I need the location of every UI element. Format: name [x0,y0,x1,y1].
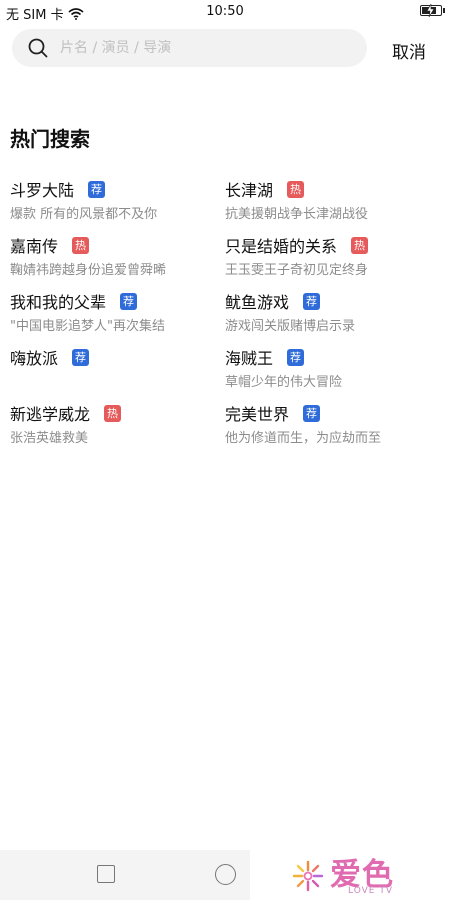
hot-search-item-head: 新逃学威龙热 [10,402,220,424]
hot-search-item-subtitle: "中国电影追梦人"再次集结 [10,319,165,334]
recommend-badge: 荐 [120,292,138,310]
battery-icon [420,4,445,17]
hot-search-item[interactable]: 嗨放派荐 [10,346,220,368]
hot-search-item-head: 嘉南传热 [10,234,220,256]
hot-search-item[interactable]: 我和我的父辈荐 "中国电影追梦人"再次集结 [10,290,220,334]
hot-search-item-subtitle: 草帽少年的伟大冒险 [225,375,343,390]
section-title-hot-search: 热门搜索 [10,127,90,151]
hot-search-item[interactable]: 嘉南传热鞠婧祎跨越身份追爱曾舜晞 [10,234,220,278]
hot-search-item[interactable]: 海贼王荐草帽少年的伟大冒险 [225,346,435,390]
charging-bolt-icon [426,4,435,17]
hot-search-item[interactable]: 新逃学威龙热张浩英雄救美 [10,402,220,446]
hot-badge: 热 [104,404,122,422]
search-bar[interactable] [12,29,367,67]
hot-badge: 热 [351,236,369,254]
hot-search-item-title: 长津湖 [225,181,274,200]
hot-badge: 热 [287,180,305,198]
hot-search-item-subtitle: 王玉雯王子奇初见定终身 [225,263,369,278]
recent-apps-square-icon[interactable] [97,865,115,883]
hot-search-item[interactable]: 斗罗大陆荐爆款 所有的风景都不及你 [10,178,220,222]
hot-search-item-subtitle: 鞠婧祎跨越身份追爱曾舜晞 [10,263,167,278]
hot-search-item-title: 嗨放派 [10,349,59,368]
cancel-button[interactable]: 取消 [392,38,426,63]
hot-search-item[interactable]: 只是结婚的关系热王玉雯王子奇初见定终身 [225,234,435,278]
hot-search-item-head: 鱿鱼游戏荐 [225,290,435,312]
hot-search-item-title: 完美世界 [225,405,290,424]
hot-search-item-title: 鱿鱼游戏 [225,293,290,312]
hot-search-item-title: 斗罗大陆 [10,181,75,200]
status-bar: 无 SIM 卡 10:50 [0,0,450,24]
hot-search-item-title: 嘉南传 [10,237,59,256]
hot-search-item[interactable]: 完美世界荐他为修道而生，为应劫而至 [225,402,435,446]
hot-search-item-title: 新逃学威龙 [10,405,91,424]
hot-search-item-head: 完美世界荐 [225,402,435,424]
recommend-badge: 荐 [72,348,90,366]
hot-search-item[interactable]: 鱿鱼游戏荐游戏闯关版赌博启示录 [225,290,435,334]
watermark-subtext: LOVE TV [348,886,393,896]
recommend-badge: 荐 [303,404,321,422]
hot-search-item-subtitle: 张浩英雄救美 [10,431,89,446]
hot-search-item-head: 嗨放派荐 [10,346,220,368]
hot-search-item-title: 海贼王 [225,349,274,368]
search-input[interactable] [60,29,350,67]
hot-search-item-title: 我和我的父辈 [10,293,107,312]
watermark-logo-icon [292,860,324,892]
hot-search-item-head: 我和我的父辈荐 [10,290,220,312]
hot-search-item-subtitle: 他为修道而生，为应劫而至 [225,431,382,446]
recommend-badge: 荐 [287,348,305,366]
hot-search-item-subtitle: 游戏闯关版赌博启示录 [225,319,356,334]
recommend-badge: 荐 [88,180,106,198]
hot-badge: 热 [72,236,90,254]
hot-search-item[interactable]: 长津湖热抗美援朝战争长津湖战役 [225,178,435,222]
hot-search-item-head: 海贼王荐 [225,346,435,368]
home-circle-icon[interactable] [215,864,236,885]
hot-search-item-title: 只是结婚的关系 [225,237,338,256]
clock: 10:50 [206,4,244,19]
hot-search-item-head: 只是结婚的关系热 [225,234,435,256]
hot-search-item-head: 斗罗大陆荐 [10,178,220,200]
recommend-badge: 荐 [303,292,321,310]
hot-search-item-head: 长津湖热 [225,178,435,200]
search-icon[interactable] [28,38,48,58]
hot-search-item-subtitle: 抗美援朝战争长津湖战役 [225,207,369,222]
hot-search-item-subtitle: 爆款 所有的风景都不及你 [10,207,158,222]
